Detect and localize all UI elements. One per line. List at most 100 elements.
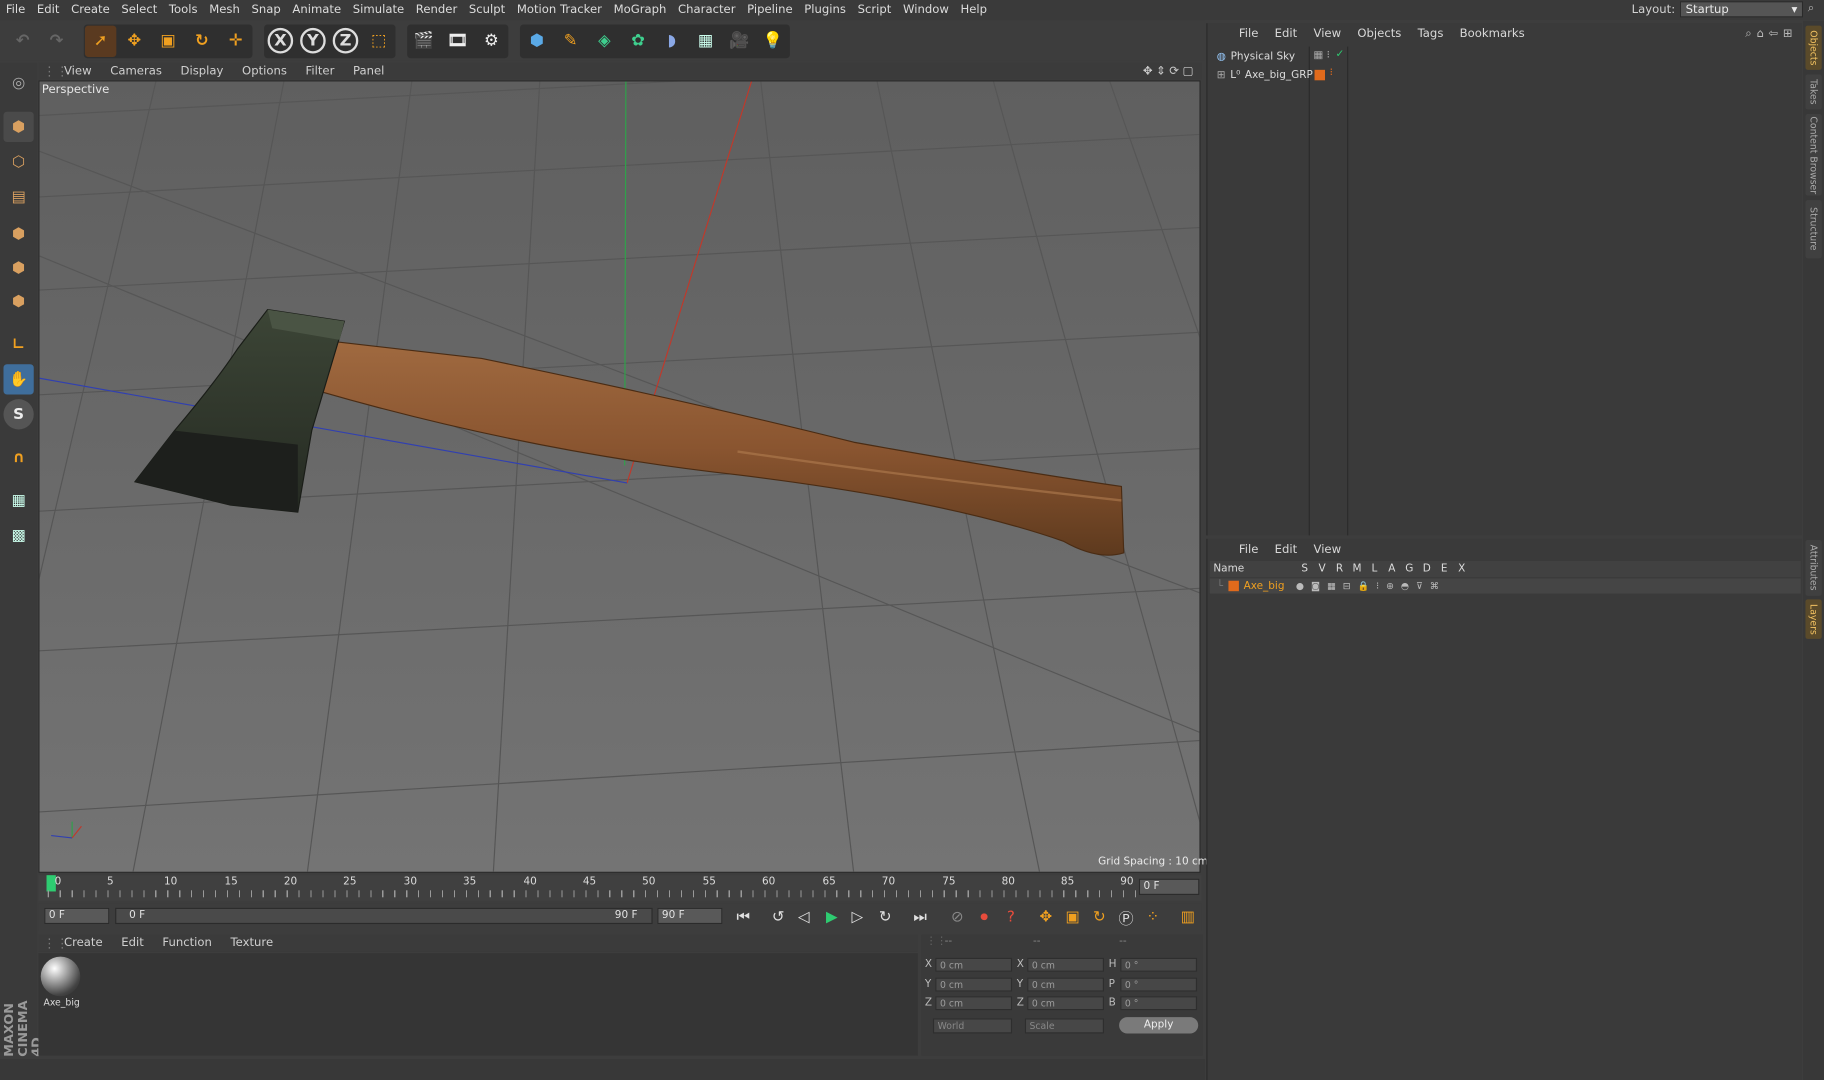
column-expressions[interactable]: E: [1436, 563, 1453, 575]
viewport-menu-display[interactable]: Display: [171, 65, 233, 78]
points-mode-icon[interactable]: ⬢: [3, 219, 33, 249]
column-solo[interactable]: S: [1296, 563, 1313, 575]
tab-attributes[interactable]: Attributes: [1805, 540, 1822, 596]
tweak-mode-icon[interactable]: ✋: [3, 364, 34, 395]
rot-p-field[interactable]: 0 °: [1120, 977, 1198, 992]
object-menu-objects[interactable]: Objects: [1349, 27, 1409, 40]
column-xref[interactable]: X: [1453, 563, 1470, 575]
make-editable-icon[interactable]: ◎: [3, 68, 33, 98]
viewport-nav-icons[interactable]: ✥⇕⟳▢: [1143, 65, 1202, 78]
axis-mode-icon[interactable]: ∟: [3, 329, 33, 359]
go-to-end-icon[interactable]: ⏭: [909, 907, 932, 928]
material-menu-edit[interactable]: Edit: [112, 937, 153, 950]
menu-sculpt[interactable]: Sculpt: [463, 3, 511, 16]
viewport-menu-cameras[interactable]: Cameras: [101, 65, 171, 78]
layer-menu-view[interactable]: View: [1305, 543, 1349, 556]
object-row[interactable]: ◍ Physical Sky: [1217, 48, 1295, 65]
z-axis-lock-icon[interactable]: Z: [332, 27, 359, 53]
key-scale-icon[interactable]: ▣: [1061, 907, 1084, 928]
layer-row[interactable]: └ Axe_big ●◙▦⊟🔒⁝⊕◓⊽⌘: [1209, 578, 1801, 594]
render-settings-icon[interactable]: ⚙: [476, 25, 507, 56]
object-menu-edit[interactable]: Edit: [1267, 27, 1306, 40]
keyframe-selection-icon[interactable]: ?: [999, 907, 1022, 928]
column-generators[interactable]: G: [1401, 563, 1418, 575]
object-menu-bookmarks[interactable]: Bookmarks: [1452, 27, 1533, 40]
rot-h-field[interactable]: 0 °: [1120, 957, 1198, 972]
polygons-mode-icon[interactable]: ⬢: [3, 286, 33, 316]
material-swatch[interactable]: Axe_big: [40, 956, 83, 1008]
pos-y-field[interactable]: 0 cm: [935, 977, 1013, 992]
render-picture-viewer-icon[interactable]: 🎞: [442, 25, 473, 56]
redo-icon[interactable]: ↷: [41, 25, 72, 56]
menu-simulate[interactable]: Simulate: [347, 3, 410, 16]
scale-tool-icon[interactable]: ▣: [152, 25, 183, 56]
menu-edit[interactable]: Edit: [31, 3, 65, 16]
magnet-icon[interactable]: ∩: [3, 442, 33, 472]
tab-takes[interactable]: Takes: [1805, 74, 1822, 110]
previous-key-icon[interactable]: ↺: [767, 907, 790, 928]
layout-dropdown[interactable]: Startup ▾: [1679, 1, 1804, 18]
layer-toggle-icons[interactable]: ●◙▦⊟🔒⁝⊕◓⊽⌘: [1296, 581, 1446, 591]
snap-icon[interactable]: S: [3, 399, 34, 430]
coordinate-mode-select[interactable]: World: [932, 1018, 1013, 1034]
key-position-icon[interactable]: ✥: [1034, 907, 1057, 928]
object-menu-tags[interactable]: Tags: [1409, 27, 1451, 40]
enabled-check-icon[interactable]: ✓: [1335, 49, 1344, 61]
panel-grip-icon[interactable]: ⋮⋮: [38, 63, 69, 78]
pos-x-field[interactable]: 0 cm: [935, 957, 1013, 972]
move-tool-icon[interactable]: ✥: [119, 25, 150, 56]
subdivision-icon[interactable]: ◈: [589, 25, 620, 56]
live-select-icon[interactable]: ✛: [220, 25, 251, 56]
menu-render[interactable]: Render: [410, 3, 463, 16]
menu-motion-tracker[interactable]: Motion Tracker: [511, 3, 608, 16]
viewport-menu-panel[interactable]: Panel: [344, 65, 394, 78]
material-menu-texture[interactable]: Texture: [221, 937, 282, 950]
layer-color-swatch[interactable]: [1228, 580, 1239, 592]
y-axis-lock-icon[interactable]: Y: [300, 27, 326, 53]
end-frame-field[interactable]: 90 F: [657, 907, 723, 925]
menu-character[interactable]: Character: [672, 3, 741, 16]
viewport-menu-view[interactable]: View: [55, 65, 101, 78]
object-row[interactable]: ⊞ L⁰ Axe_big_GRP: [1217, 66, 1313, 83]
workplane-icon[interactable]: ▦: [3, 485, 33, 515]
key-param-icon[interactable]: Ⓟ: [1114, 907, 1137, 928]
menu-window[interactable]: Window: [897, 3, 955, 16]
locked-workplane-icon[interactable]: ▩: [3, 520, 33, 550]
timeline-ruler[interactable]: 0 5 10 15 20 25 30 35 40 45 50 55 60 65 …: [38, 875, 1202, 901]
menu-mograph[interactable]: MoGraph: [608, 3, 672, 16]
viewport-menu-options[interactable]: Options: [233, 65, 297, 78]
panel-grip-icon[interactable]: ⋮⋮: [38, 936, 69, 951]
next-key-icon[interactable]: ↻: [874, 907, 897, 928]
object-menu-file[interactable]: File: [1231, 27, 1267, 40]
size-x-field[interactable]: 0 cm: [1027, 957, 1104, 972]
layer-menu-file[interactable]: File: [1231, 543, 1267, 556]
key-rotation-icon[interactable]: ↻: [1088, 907, 1111, 928]
material-menu-function[interactable]: Function: [153, 937, 221, 950]
menu-animate[interactable]: Animate: [287, 3, 347, 16]
layer-menu-edit[interactable]: Edit: [1267, 543, 1306, 556]
current-frame-field[interactable]: 0 F: [1138, 878, 1200, 895]
autokey-icon[interactable]: ⏺: [973, 907, 996, 928]
expand-plus-icon[interactable]: ⊞: [1217, 69, 1226, 81]
camera-icon[interactable]: 🎥: [724, 25, 755, 56]
material-menu-create[interactable]: Create: [55, 937, 112, 950]
go-to-start-icon[interactable]: ⏮: [732, 907, 755, 928]
layer-color-tag[interactable]: [1314, 69, 1325, 81]
key-point-icon[interactable]: ⁘: [1141, 907, 1164, 928]
search-icon[interactable]: ⌕: [1808, 2, 1815, 15]
menu-help[interactable]: Help: [955, 3, 993, 16]
viewport-menu-filter[interactable]: Filter: [296, 65, 343, 78]
record-keys-icon[interactable]: ⊘: [946, 907, 969, 928]
cloner-icon[interactable]: ✿: [622, 25, 653, 56]
cube-primitive-icon[interactable]: ⬢: [521, 25, 552, 56]
menu-script[interactable]: Script: [852, 3, 897, 16]
column-render[interactable]: R: [1331, 563, 1348, 575]
tab-content-browser[interactable]: Content Browser: [1805, 114, 1822, 196]
tab-layers[interactable]: Layers: [1805, 599, 1822, 639]
rot-b-field[interactable]: 0 °: [1120, 996, 1198, 1011]
render-view-icon[interactable]: 🎬: [408, 25, 439, 56]
tab-objects[interactable]: Objects: [1805, 25, 1822, 70]
deformer-icon[interactable]: ◗: [656, 25, 687, 56]
frame-range-slider[interactable]: 0 F 90 F: [115, 907, 653, 925]
menu-mesh[interactable]: Mesh: [203, 3, 245, 16]
